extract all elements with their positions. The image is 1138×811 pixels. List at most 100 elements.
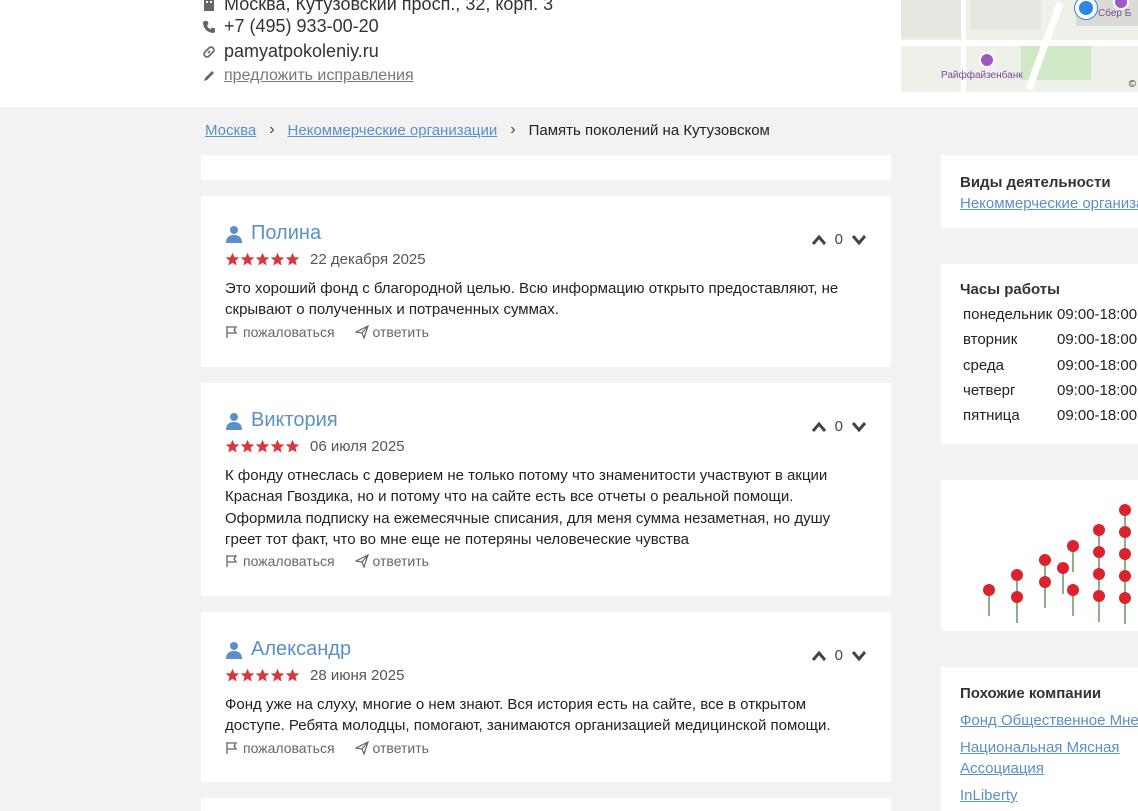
- suggest-edit-line[interactable]: предложить исправления: [202, 67, 414, 85]
- similar-company-link[interactable]: InLiberty: [960, 785, 1138, 806]
- similar-panel: Похожие компании Фонд Общественное Мнени…: [941, 667, 1138, 811]
- review-author[interactable]: Александр: [251, 638, 351, 661]
- complain-button[interactable]: пожаловаться: [225, 324, 335, 340]
- map-label-sber: Сбер Б: [1098, 8, 1132, 19]
- map-copyright[interactable]: ©: [1129, 79, 1136, 90]
- breadcrumb: Москва › Некоммерческие организации › Па…: [205, 121, 770, 139]
- carnation-flower: [1011, 591, 1023, 603]
- review-card: Александр 28 июня 2025 0 Фонд уже на слу…: [201, 612, 891, 782]
- review-date: 22 декабря 2025: [310, 251, 426, 268]
- star-icon: [240, 252, 255, 266]
- chevron-right-icon: ›: [510, 121, 516, 138]
- review-meta: 06 июля 2025: [225, 438, 405, 455]
- breadcrumb-moscow[interactable]: Москва: [205, 122, 256, 139]
- website-line[interactable]: pamyatpokoleniy.ru: [202, 41, 379, 62]
- carnation-banner-image[interactable]: [941, 480, 1138, 631]
- similar-company-link[interactable]: Ассоциация: [960, 758, 1138, 779]
- similar-title: Похожие компании: [960, 685, 1102, 702]
- hours-time: 09:00-18:00: [1057, 407, 1138, 424]
- star-icon: [255, 668, 270, 682]
- chevron-up-icon[interactable]: [811, 234, 827, 246]
- hours-day: среда: [963, 357, 1004, 374]
- star-icon: [225, 252, 240, 266]
- carnation-flower: [1067, 540, 1079, 552]
- bank-marker-icon[interactable]: [979, 52, 995, 68]
- review-card: Виктория 06 июля 2025 0 К фонду отнеслас…: [201, 383, 891, 596]
- review-author[interactable]: Виктория: [251, 409, 338, 432]
- chevron-up-icon[interactable]: [811, 421, 827, 433]
- building-icon: [202, 0, 216, 12]
- breadcrumb-nonprofits[interactable]: Некоммерческие организации: [288, 122, 498, 139]
- map-block: [901, 0, 961, 38]
- user-icon: [226, 225, 242, 243]
- website-text[interactable]: pamyatpokoleniy.ru: [224, 41, 379, 62]
- reply-button[interactable]: ответить: [354, 553, 429, 569]
- chevron-down-icon[interactable]: [851, 650, 867, 662]
- flag-icon: [226, 555, 238, 567]
- send-icon: [354, 554, 369, 568]
- review-author[interactable]: Полина: [251, 222, 321, 245]
- chevron-right-icon: ›: [269, 121, 275, 138]
- review-text: Это хороший фонд с благородной целью. Вс…: [225, 280, 839, 319]
- phone-line[interactable]: +7 (495) 933-00-20: [202, 16, 379, 37]
- pencil-icon: [202, 69, 216, 83]
- suggest-edit-link[interactable]: предложить исправления: [224, 67, 414, 85]
- hours-row: пятница 09:00-18:00: [963, 407, 1138, 424]
- complain-label: пожаловаться: [243, 324, 335, 340]
- chevron-up-icon[interactable]: [811, 650, 827, 662]
- vote-widget: 0: [811, 231, 867, 248]
- vote-widget: 0: [811, 418, 867, 435]
- send-icon: [354, 741, 369, 755]
- carnation-flower: [1119, 570, 1131, 582]
- chevron-down-icon[interactable]: [851, 234, 867, 246]
- hours-day: четверг: [963, 382, 1016, 399]
- carnation-flower: [1119, 526, 1131, 538]
- carnation-flower: [1011, 569, 1023, 581]
- rating-stars: [225, 252, 300, 267]
- rating-stars: [225, 439, 300, 454]
- hours-day: понедельник: [963, 306, 1053, 323]
- card-stub: [201, 155, 891, 180]
- breadcrumb-current: Память поколений на Кутузовском: [528, 121, 770, 139]
- similar-company-link[interactable]: Фонд Общественное Мнение: [960, 710, 1138, 731]
- carnation-flower: [1057, 562, 1069, 574]
- phone-text[interactable]: +7 (495) 933-00-20: [224, 16, 379, 37]
- review-header: Виктория: [225, 409, 338, 432]
- reply-label: ответить: [372, 324, 429, 340]
- review-header: Полина: [225, 222, 321, 245]
- review-text: К фонду отнеслась с доверием не только п…: [225, 467, 831, 548]
- vote-count: 0: [834, 231, 843, 248]
- complain-label: пожаловаться: [243, 553, 335, 569]
- hours-time: 09:00-18:00: [1057, 382, 1138, 399]
- carnation-flower: [1093, 546, 1105, 558]
- chevron-down-icon[interactable]: [851, 421, 867, 433]
- link-icon: [202, 45, 216, 59]
- reply-button[interactable]: ответить: [354, 324, 429, 340]
- map-widget[interactable]: Сбер Б Райффайзенбанк ©: [901, 0, 1138, 92]
- address-text: Москва, Кутузовский просп., 32, корп. 3: [224, 0, 554, 14]
- complain-button[interactable]: пожаловаться: [225, 553, 335, 569]
- carnation-flower: [1093, 524, 1105, 536]
- star-icon: [240, 668, 255, 682]
- reply-button[interactable]: ответить: [354, 740, 429, 756]
- star-icon: [270, 439, 285, 453]
- flag-icon: [226, 742, 238, 754]
- review-header: Александр: [225, 638, 351, 661]
- review-meta: 22 декабря 2025: [225, 251, 426, 268]
- rating-stars: [225, 668, 300, 683]
- banner-panel[interactable]: [941, 480, 1138, 631]
- carnation-flower: [1067, 584, 1079, 596]
- hours-row: понедельник 09:00-18:00: [963, 306, 1138, 323]
- hours-time: 09:00-18:00: [1057, 331, 1138, 348]
- similar-company-link[interactable]: Национальная Мясная: [960, 737, 1138, 758]
- user-icon: [226, 641, 242, 659]
- star-icon: [285, 668, 300, 682]
- activity-link[interactable]: Некоммерческие организации: [960, 195, 1138, 212]
- carnation-flower: [983, 584, 995, 596]
- carnation-flower: [1119, 504, 1131, 516]
- complain-button[interactable]: пожаловаться: [225, 740, 335, 756]
- review-actions: пожаловаться ответить: [225, 553, 449, 569]
- review-card: Полина 22 декабря 2025 0 Это хороший фон…: [201, 196, 891, 367]
- reply-label: ответить: [372, 553, 429, 569]
- hours-day: пятница: [963, 407, 1020, 424]
